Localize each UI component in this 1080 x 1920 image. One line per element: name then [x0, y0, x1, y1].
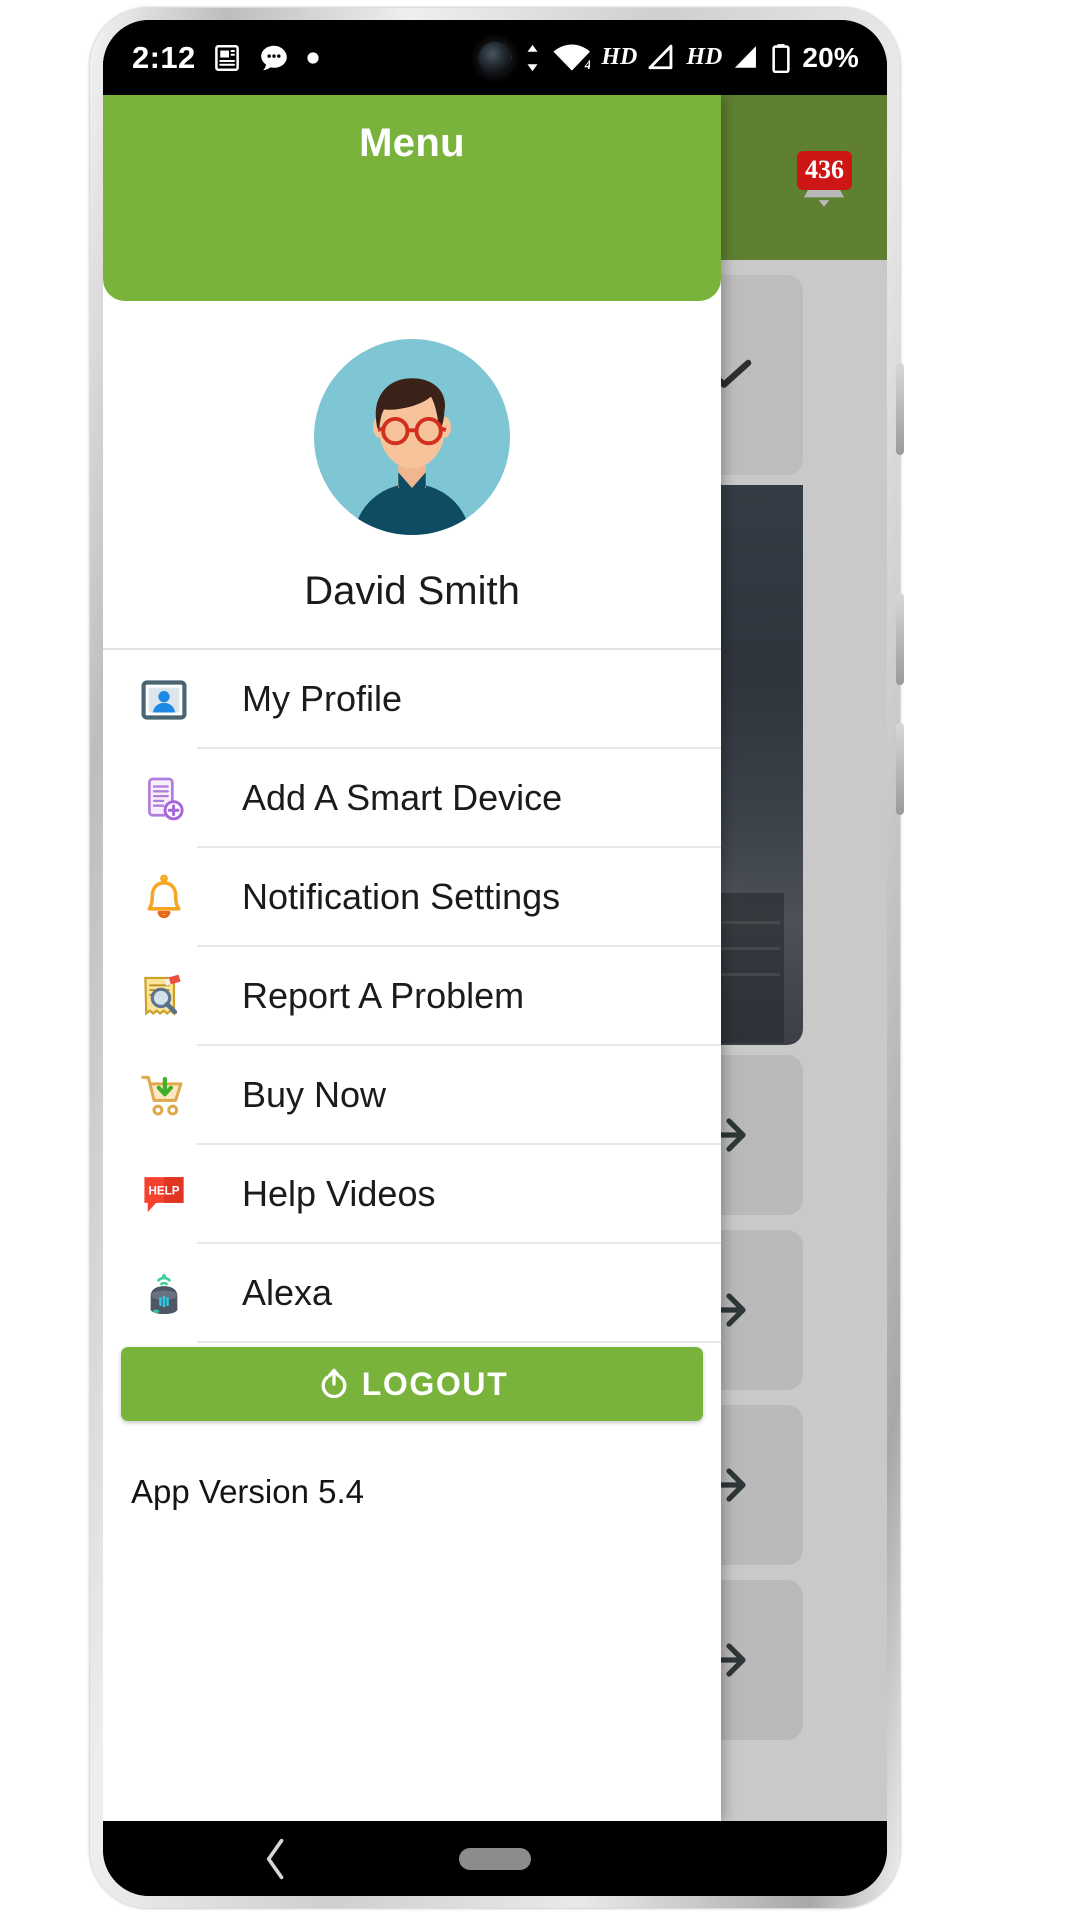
notification-bell-wrap[interactable]: 436: [791, 151, 857, 221]
svg-text:HELP: HELP: [148, 1184, 179, 1197]
front-camera: [478, 41, 512, 75]
help-badge-icon: HELP: [131, 1170, 197, 1220]
logout-label: LOGOUT: [361, 1365, 509, 1402]
menu-item-label: Report A Problem: [242, 974, 525, 1016]
battery-percent: 20%: [802, 41, 859, 73]
home-pill-icon[interactable]: [459, 1847, 531, 1870]
menu-item-report-a-problem[interactable]: Report A Problem: [103, 947, 721, 1046]
message-icon: [260, 45, 287, 70]
power-button[interactable]: [896, 363, 904, 455]
user-name: David Smith: [304, 569, 520, 613]
volume-down-button[interactable]: [896, 723, 904, 815]
signal-icon-2: [735, 46, 757, 68]
status-bar-left: 2:12: [103, 40, 320, 76]
navigation-drawer: Menu David Smith My Profile Add A Smart …: [103, 95, 721, 1821]
page-title: Menu: [359, 121, 465, 165]
menu-item-label: Add A Smart Device: [242, 776, 563, 818]
menu-item-label: Buy Now: [242, 1073, 387, 1115]
menu-item-label: Alexa: [242, 1271, 333, 1313]
data-transfer-icon: [527, 44, 538, 71]
drawer-header: Menu: [103, 95, 721, 301]
menu-item-label: Notification Settings: [242, 875, 561, 917]
menu-item-alexa[interactable]: Alexa: [103, 1244, 721, 1343]
menu-item-help-videos[interactable]: HELP Help Videos: [103, 1145, 721, 1244]
menu-item-label: My Profile: [242, 677, 403, 719]
menu-item-add-a-smart-device[interactable]: Add A Smart Device: [103, 749, 721, 848]
add-device-icon: [131, 774, 197, 824]
logout-button[interactable]: LOGOUT: [121, 1347, 703, 1421]
wifi-band-label: 4: [584, 57, 590, 72]
shopping-cart-icon: [131, 1070, 197, 1122]
contact-card-icon: [131, 675, 197, 725]
avatar: [314, 339, 510, 535]
battery-icon: [772, 43, 791, 73]
bell-icon: [131, 873, 197, 923]
hd-label: HD: [601, 44, 638, 70]
menu-list: My Profile Add A Smart Device Notificati…: [103, 650, 721, 1343]
menu-item-my-profile[interactable]: My Profile: [103, 650, 721, 749]
profile-block[interactable]: David Smith: [103, 301, 721, 650]
chevron-left-icon[interactable]: [263, 1837, 289, 1881]
clock: 2:12: [132, 39, 196, 75]
menu-item-notification-settings[interactable]: Notification Settings: [103, 848, 721, 947]
menu-item-label: Help Videos: [242, 1172, 436, 1214]
app-version: App Version 5.4: [131, 1473, 364, 1510]
phone-screen: 436 Menu David Smith My Profile Add A Sm…: [103, 20, 887, 1896]
power-icon: [321, 1368, 347, 1399]
volume-up-button[interactable]: [896, 593, 904, 685]
hd-label-2: HD: [686, 44, 723, 70]
system-nav-bar: [103, 1821, 887, 1896]
smart-speaker-icon: [131, 1269, 197, 1319]
wifi-icon: 4: [553, 44, 591, 72]
news-icon: [214, 44, 239, 71]
signal-icon: [648, 44, 673, 70]
notification-badge: 436: [797, 151, 852, 190]
dot-icon: [307, 51, 319, 64]
status-bar-right: 4 HD HD 20%: [500, 42, 887, 74]
menu-item-buy-now[interactable]: Buy Now: [103, 1046, 721, 1145]
report-problem-icon: [131, 971, 197, 1023]
